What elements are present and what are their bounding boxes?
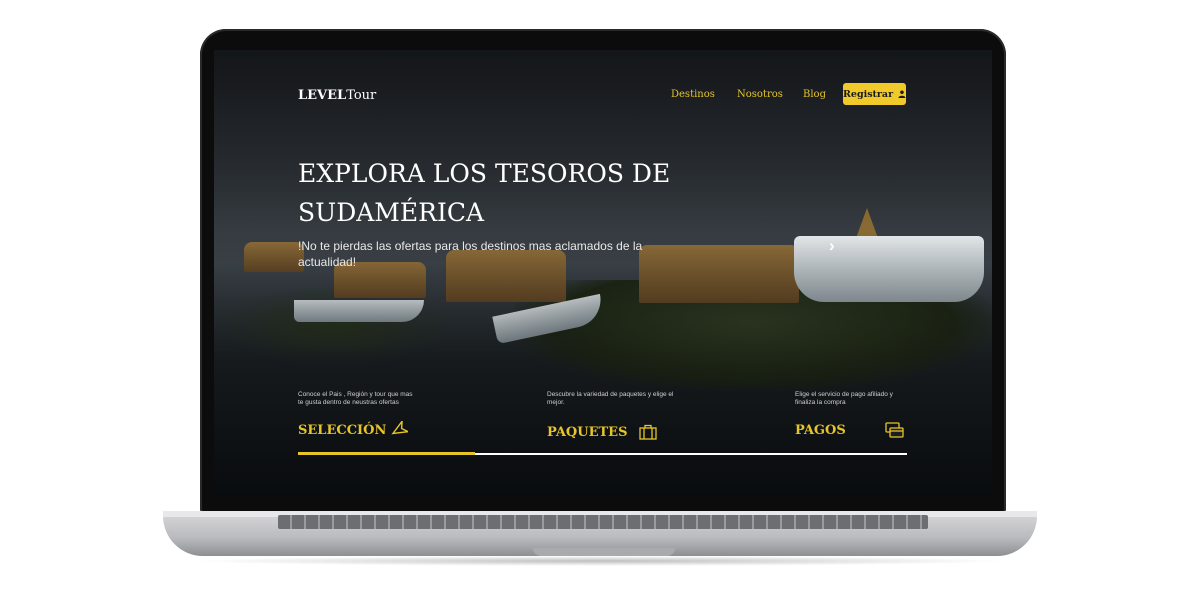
- user-icon: [898, 90, 906, 98]
- step-title-seleccion[interactable]: SELECCIÓN: [298, 423, 386, 438]
- step-title-pagos[interactable]: PAGOS: [795, 423, 846, 438]
- laptop-keyboard: [278, 515, 928, 529]
- logo-text: Tour: [346, 88, 377, 103]
- briefcase-icon: [639, 424, 657, 440]
- step-description: Elige el servicio de pago afiliado y fin…: [795, 391, 893, 406]
- airplane-icon: [391, 421, 408, 435]
- register-button[interactable]: Registrar: [843, 83, 906, 105]
- laptop-shadow: [190, 556, 1010, 566]
- progress-fill: [298, 452, 475, 455]
- nav-link-destinos[interactable]: Destinos: [671, 89, 715, 100]
- logo-bold-text: LEVEL: [298, 88, 347, 103]
- site-logo[interactable]: LEVELTour: [298, 88, 376, 103]
- step-description: Descubre la variedad de paquetes y elige…: [547, 391, 674, 406]
- nav-link-blog[interactable]: Blog: [803, 89, 826, 100]
- step-title-paquetes[interactable]: PAQUETES: [547, 425, 627, 440]
- nav-link-nosotros[interactable]: Nosotros: [737, 89, 783, 100]
- step-description: Conoce el Pais , Región y tour que mas t…: [298, 391, 413, 406]
- register-button-label: Registrar: [843, 88, 894, 100]
- hero-title: EXPLORA LOS TESOROS DE SUDAMÉRICA: [298, 159, 671, 227]
- chevron-right-icon[interactable]: ›: [829, 236, 835, 256]
- laptop-notch: [533, 548, 675, 556]
- browser-viewport: LEVELTour Destinos Nosotros Blog Registr…: [214, 50, 992, 496]
- credit-card-icon: [885, 422, 904, 438]
- hero-subtitle: !No te pierdas las ofertas para los dest…: [298, 239, 643, 269]
